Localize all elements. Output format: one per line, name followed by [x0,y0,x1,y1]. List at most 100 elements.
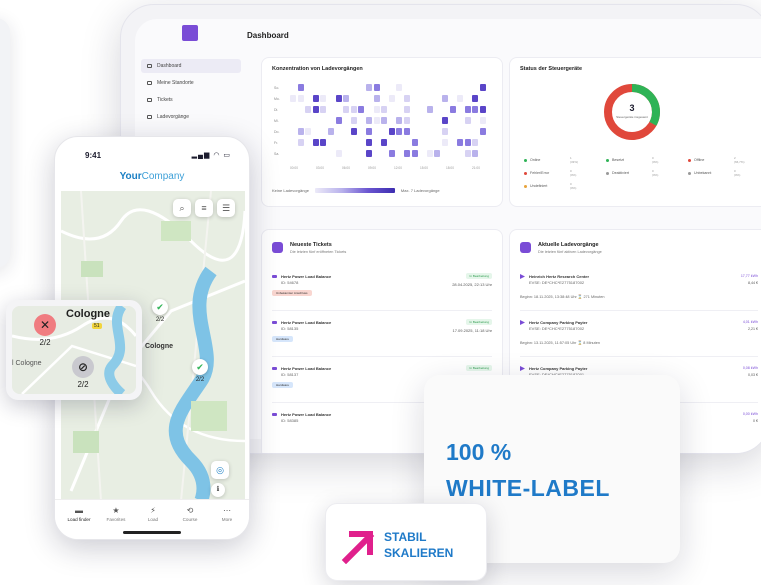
app-logo[interactable] [182,25,198,41]
ticket-row-icon [272,413,277,416]
heatmap-cell [373,117,380,124]
ticket-icon [272,242,283,253]
list-icon[interactable]: ☰ [217,199,235,217]
heatmap-cell [388,150,395,157]
heatmap-cell [472,150,479,157]
search-icon[interactable]: ⌕ [173,199,191,217]
status-legend-item: Deaktiviert 0 (0%) [606,169,658,177]
session-row[interactable]: Hertz Company Parking PayterEVSE: DE*CHC… [520,320,758,350]
heatmap-cell [404,150,410,157]
map-pin-available[interactable]: ✔ 2/2 [185,359,215,383]
play-icon [520,366,525,371]
heatmap-cell [312,95,319,102]
pin-count: 2/2 [39,338,51,347]
scale-line1: STABIL [384,530,427,544]
heatmap-cell [464,139,471,146]
divider [520,310,758,311]
heatmap-time-label: 15:00 [420,166,428,170]
heatmap-time-label: 21:00 [472,166,480,170]
session-location: Hertz Company Parking Payter [529,320,588,325]
map-pin-disabled[interactable]: ⊘ 2/2 [68,356,98,389]
status-dot [524,184,527,188]
status-label: Fehler/Error [530,171,550,175]
heatmap-cell [404,128,410,135]
heatmap-cell [388,95,395,102]
heatmap-cell [472,139,479,146]
sidebar-item-tickets[interactable]: Tickets [141,93,241,107]
heatmap-cell [480,128,486,135]
status-value: 0 (0%) [652,169,659,177]
tab-more[interactable]: ⋯ More [209,506,245,522]
status-label: Besetzt [612,158,624,162]
status-value: 0 (0%) [570,169,577,177]
sidebar-item-locations[interactable]: Meine Standorte [141,76,241,90]
sidebar-item-label: Dashboard [157,63,182,69]
heatmap-cell [457,95,464,102]
status-legend-item: Undefiniert 0 (0%) [524,182,576,190]
filter-icon[interactable]: ≡ [195,199,213,217]
legend-high-label: Max. 7 Ladevorgänge [400,188,440,193]
heatmap-cell [366,84,372,91]
pin-count: 2/2 [155,317,165,323]
map-popup-card: Cologne 51 l Cologne ✕ 2/2 ⊘ 2/2 [6,300,142,400]
heatmap-cell [426,106,433,113]
pin-count: 2/2 [195,377,205,383]
ticket-name: Hertz Power Load Balance [281,274,332,279]
ticket-date: 17.09.2025, 11:18 Uhr [452,328,492,333]
status-label: Offline [694,158,705,162]
ticket-row[interactable]: Hertz Power Load Balance ID: 54678 28.04.2… [272,273,492,304]
heatmap-day-label: Do. [274,130,280,134]
heatmap-legend: Keine Ladevorgänge Max. 7 Ladevorgänge [272,188,440,193]
sidebar-item-sessions[interactable]: Ladevorgänge [141,110,241,124]
check-icon: ✔ [152,299,168,315]
heatmap-day-label: Mi. [274,119,279,123]
popup-city-title: Cologne [66,308,110,320]
heatmap-cell [328,128,334,135]
status-label: Online [530,158,541,162]
heatmap-cell [320,139,327,146]
sidebar-item-label: Meine Standorte [157,80,194,86]
tab-course[interactable]: ⟲ Course [172,506,208,522]
scale-card: STABIL SKALIEREN [325,503,487,581]
status-value: 1 (33%) [570,156,579,164]
tab-favorites[interactable]: ★ Favorites [98,506,134,522]
ticket-icon [147,98,152,102]
tab-icon: ▬ [75,506,83,515]
tab-load[interactable]: ⚡ Load [135,506,171,522]
map-pin-offline[interactable]: ✕ 2/2 [30,314,60,347]
heatmap-cell [381,117,388,124]
heatmap-cell [464,150,471,157]
session-cost: 0,03 € [748,373,758,377]
ticket-id: ID: 58137 [281,372,299,377]
heatmap-cell [366,139,372,146]
locate-icon[interactable]: ◎ [211,461,229,479]
info-icon[interactable]: ℹ [211,483,225,497]
heatmap-cell [335,150,342,157]
check-icon: ✔ [192,359,208,375]
status-label: Deaktiviert [612,171,629,175]
sidebar-item-dashboard[interactable]: Dashboard [141,59,241,73]
sidebar-item-label: Tickets [157,97,173,103]
ticket-row[interactable]: Hertz Power Load Balance ID: 58135 17.09.2… [272,319,492,350]
heatmap-cell [335,117,342,124]
arrow-up-right-icon [341,531,375,564]
status-legend-item: Fehler/Error 0 (0%) [524,169,576,177]
map-city-label: Cologne [145,343,173,350]
brand-logo: YourCompany [55,171,249,182]
heatmap-cell [396,128,403,135]
heatmap-cell [297,139,304,146]
white-label-line1: 100 % [446,439,512,465]
heatmap-cell [373,95,380,102]
tickets-title: Neueste Tickets [290,242,332,248]
map-pin-available[interactable]: ✔ 2/2 [145,299,175,323]
heatmap-time-label: 00:00 [290,166,298,170]
session-row[interactable]: Heinrich Hertz Research Center EVSE: DE*C… [520,274,758,304]
heatmap-cell [366,150,372,157]
background-card [0,18,10,268]
tab-load-finder[interactable]: ▬ Load finder [61,506,97,522]
status-badge: In Bearbeitung [466,273,492,279]
popup-map: Cologne 51 l Cologne ✕ 2/2 ⊘ 2/2 [12,306,136,394]
heatmap-cell [442,117,448,124]
status-title: Status der Steuergeräte [520,66,583,72]
legend-gradient [314,188,395,193]
